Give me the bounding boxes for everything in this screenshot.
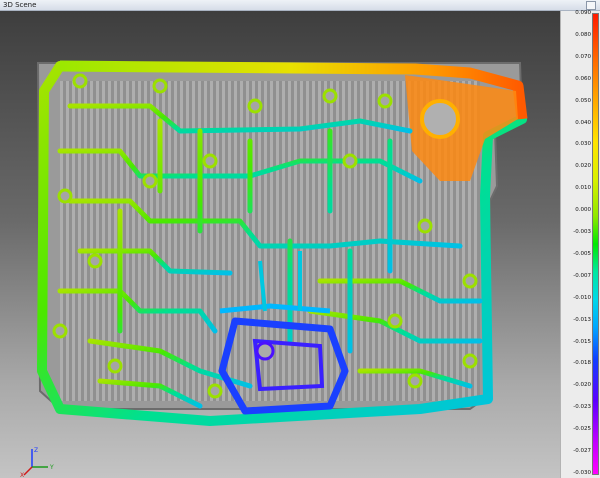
- pin-icon[interactable]: [586, 1, 596, 10]
- scale-tick-label: 0.060: [575, 75, 591, 82]
- scale-tick-label: 0.020: [575, 163, 591, 170]
- 3d-viewport[interactable]: Z Y X: [0, 11, 560, 478]
- color-scale-panel: 0.090 0.080 0.070 0.060 0.050 0.040 0.030 0.020…: [560, 10, 600, 478]
- scale-tick-label: -0.010: [573, 294, 591, 301]
- scale-tick-label: -0.003: [573, 229, 591, 236]
- scale-tick-label: -0.018: [573, 360, 591, 367]
- scale-tick-label: -0.030: [573, 470, 591, 476]
- scale-tick-label: -0.027: [573, 448, 591, 455]
- scale-tick-label: -0.007: [573, 272, 591, 279]
- color-scale-bar: [592, 13, 599, 475]
- axis-z-label: Z: [34, 447, 38, 454]
- scale-tick-label: 0.080: [575, 31, 591, 38]
- scale-tick-label: 0.050: [575, 97, 591, 104]
- valve-body-scan: [36, 60, 528, 426]
- scale-tick-label: -0.013: [573, 316, 591, 323]
- scale-tick-label: 0.040: [575, 119, 591, 126]
- window-title: 3D Scene: [3, 1, 37, 9]
- axis-y-label: Y: [49, 464, 54, 471]
- scale-tick-label: -0.023: [573, 404, 591, 411]
- scale-tick-label: 0.010: [575, 185, 591, 192]
- scale-tick-label: 0.070: [575, 53, 591, 60]
- scale-tick-label: 0.000: [575, 207, 591, 214]
- window-titlebar: 3D Scene: [0, 0, 600, 11]
- scale-tick-label: 0.090: [575, 10, 591, 16]
- axis-x-label: X: [20, 472, 24, 478]
- axis-triad-icon: Z Y X: [20, 447, 54, 478]
- scale-tick-label: 0.030: [575, 141, 591, 148]
- scale-tick-label: -0.020: [573, 382, 591, 389]
- scale-tick-label: -0.025: [573, 426, 591, 433]
- scale-tick-label: -0.015: [573, 338, 591, 345]
- scale-tick-label: -0.005: [573, 250, 591, 257]
